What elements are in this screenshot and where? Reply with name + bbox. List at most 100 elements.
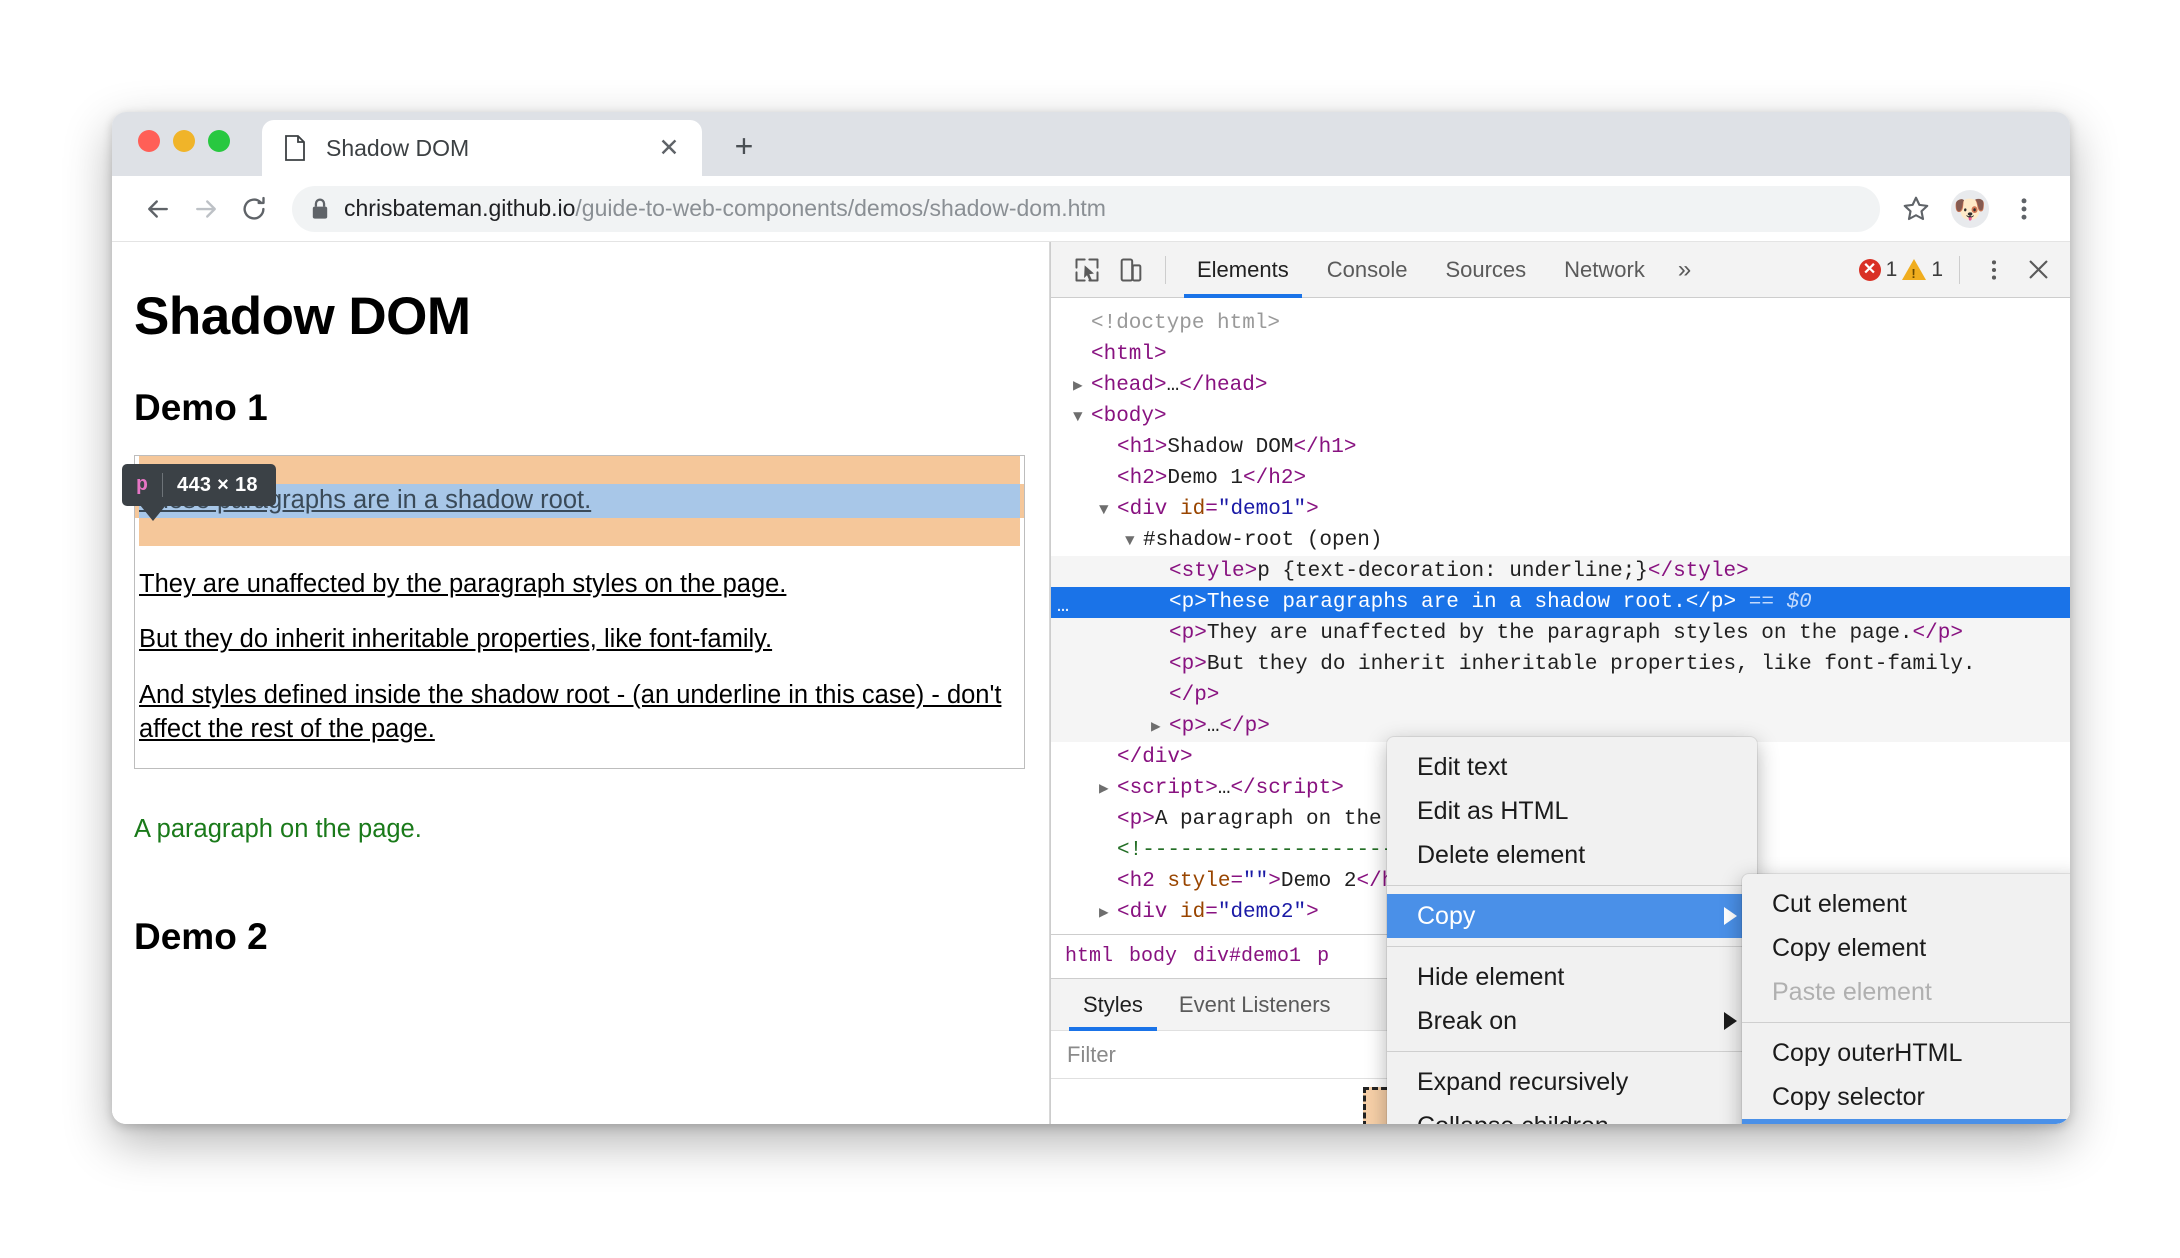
warning-icon: ! <box>1902 259 1927 281</box>
shadow-paragraph-3: But they do inherit inheritable properti… <box>139 625 773 654</box>
dom-node-row[interactable]: <h2>Demo 1</h2> <box>1051 463 2070 494</box>
back-arrow-icon <box>148 199 168 218</box>
maximize-window-button[interactable] <box>208 130 230 152</box>
device-toolbar-icon <box>1120 258 1142 281</box>
menu-item[interactable]: Collapse children <box>1387 1104 1757 1125</box>
menu-item[interactable]: Copy JS path <box>1742 1119 2070 1124</box>
dom-node-row[interactable]: ▶ <head>…</head> <box>1051 370 2070 401</box>
three-dot-menu-icon <box>2021 197 2027 220</box>
menu-item-label: Expand recursively <box>1417 1067 1629 1096</box>
close-window-button[interactable] <box>138 130 160 152</box>
address-bar[interactable]: chrisbateman.github.io/guide-to-web-comp… <box>292 185 1880 232</box>
dom-node-row[interactable]: ▼ <body> <box>1051 401 2070 432</box>
menu-item[interactable]: Copy selector <box>1742 1075 2070 1119</box>
dom-node-row[interactable]: <p>They are unaffected by the paragraph … <box>1051 618 2070 649</box>
expand-arrow-icon[interactable]: ▶ <box>1151 712 1169 743</box>
dom-node-row[interactable]: <style>p {text-decoration: underline;}</… <box>1051 556 2070 587</box>
inspect-element-button[interactable] <box>1065 248 1109 292</box>
page-green-paragraph: A paragraph on the page. <box>134 815 422 844</box>
shadow-paragraph-2: They are unaffected by the paragraph sty… <box>139 569 787 598</box>
tab-network[interactable]: Network <box>1545 242 1664 298</box>
breadcrumb-item[interactable]: html <box>1065 945 1129 968</box>
browser-tab[interactable]: Shadow DOM ✕ <box>262 120 702 176</box>
avatar: 🐶 <box>1951 189 1989 228</box>
close-tab-button[interactable]: ✕ <box>654 133 684 163</box>
menu-item[interactable]: Break on <box>1387 999 1757 1043</box>
menu-item-label: Edit text <box>1417 752 1508 781</box>
menu-item: Paste element <box>1742 970 2070 1014</box>
browser-menu-button[interactable] <box>2000 185 2048 233</box>
expand-arrow-icon[interactable]: ▶ <box>1073 371 1091 402</box>
tab-sources[interactable]: Sources <box>1426 242 1545 298</box>
dom-node-row[interactable]: … <p>These paragraphs are in a shadow roo… <box>1051 587 2070 618</box>
menu-item[interactable]: Delete element <box>1387 833 1757 877</box>
page-heading-demo2: Demo 2 <box>134 916 268 958</box>
tab-styles[interactable]: Styles <box>1065 979 1161 1031</box>
context-submenu-copy[interactable]: Cut element Copy element Paste element Copy… <box>1742 874 2070 1124</box>
dom-node-row[interactable]: </p> <box>1051 680 2070 711</box>
toggle-device-toolbar-button[interactable] <box>1109 248 1153 292</box>
menu-item[interactable]: Edit as HTML <box>1387 789 1757 833</box>
more-tabs-button[interactable]: » <box>1664 256 1705 284</box>
expand-arrow-icon[interactable]: ▶ <box>1099 774 1117 805</box>
url-path: /guide-to-web-components/demos/shadow-do… <box>575 195 1106 221</box>
menu-item[interactable]: Cut element <box>1742 882 2070 926</box>
element-inspector-tooltip: p 443 × 18 <box>122 464 276 521</box>
submenu-arrow-icon <box>1724 1012 1737 1030</box>
page-heading-demo1: Demo 1 <box>134 387 268 428</box>
dom-node-row[interactable]: <!doctype html> <box>1051 308 2070 339</box>
menu-divider <box>1387 885 1757 886</box>
breadcrumb-item[interactable]: body <box>1129 945 1193 968</box>
tab-elements[interactable]: Elements <box>1178 242 1308 298</box>
menu-item[interactable]: Copy outerHTML <box>1742 1031 2070 1075</box>
reload-icon <box>243 196 265 220</box>
inspector-dimensions: 443 × 18 <box>177 473 258 496</box>
close-icon <box>2029 260 2047 279</box>
star-icon <box>1903 196 1929 220</box>
three-dot-menu-icon <box>1991 259 1997 280</box>
url-text: chrisbateman.github.io/guide-to-web-comp… <box>344 195 1106 222</box>
bookmark-star-button[interactable] <box>1892 185 1940 233</box>
dom-node-row[interactable]: <p>But they do inherit inheritable prope… <box>1051 649 2070 680</box>
dom-node-row[interactable]: ▼ <div id="demo1"> <box>1051 494 2070 525</box>
page-title: Shadow DOM <box>134 287 471 346</box>
menu-item-label: Edit as HTML <box>1417 796 1569 825</box>
counters-divider <box>1959 255 1960 284</box>
window-traffic-lights <box>138 130 230 152</box>
breadcrumb-item[interactable]: div#demo1 <box>1193 945 1317 968</box>
reload-button[interactable] <box>230 185 278 233</box>
cursor-select-icon <box>1075 258 1099 281</box>
menu-item[interactable]: Hide element <box>1387 955 1757 999</box>
menu-item[interactable]: Copy element <box>1742 926 2070 970</box>
dom-node-row[interactable]: <h1>Shadow DOM</h1> <box>1051 432 2070 463</box>
menu-item-label: Copy element <box>1772 933 1927 962</box>
context-menu[interactable]: Edit text Edit as HTML Delete element Copy H… <box>1387 737 1757 1124</box>
expand-arrow-icon[interactable]: ▶ <box>1099 898 1117 929</box>
warning-count: 1 <box>1931 257 1943 281</box>
expand-arrow-icon[interactable]: ▼ <box>1125 526 1143 557</box>
url-domain: chrisbateman.github.io <box>344 195 576 221</box>
new-tab-button[interactable]: + <box>724 126 764 166</box>
tab-event-listeners[interactable]: Event Listeners <box>1161 979 1349 1031</box>
close-devtools-button[interactable] <box>2016 248 2060 292</box>
tab-console[interactable]: Console <box>1308 242 1427 298</box>
breadcrumb-item[interactable]: p <box>1317 945 1345 968</box>
menu-item[interactable]: Expand recursively <box>1387 1060 1757 1104</box>
menu-item-label: Paste element <box>1772 977 1932 1006</box>
back-button[interactable] <box>134 185 182 233</box>
minimize-window-button[interactable] <box>173 130 195 152</box>
menu-item[interactable]: Copy <box>1387 894 1757 938</box>
dom-node-row[interactable]: <html> <box>1051 339 2070 370</box>
shadow-paragraph-4: And styles defined inside the shadow roo… <box>139 680 1002 743</box>
tab-strip: Shadow DOM ✕ + <box>112 112 2070 176</box>
expand-arrow-icon[interactable]: ▼ <box>1073 402 1091 433</box>
menu-item-label: Delete element <box>1417 840 1586 869</box>
menu-item[interactable]: Edit text <box>1387 745 1757 789</box>
forward-button[interactable] <box>182 185 230 233</box>
expand-arrow-icon[interactable]: ▼ <box>1099 495 1117 526</box>
profile-avatar-button[interactable]: 🐶 <box>1946 185 1994 233</box>
issue-counters[interactable]: ✕ 1 ! 1 <box>1858 257 1947 282</box>
devtools-settings-button[interactable] <box>1972 248 2016 292</box>
menu-divider <box>1387 946 1757 947</box>
dom-node-row[interactable]: ▼ #shadow-root (open) <box>1051 525 2070 556</box>
